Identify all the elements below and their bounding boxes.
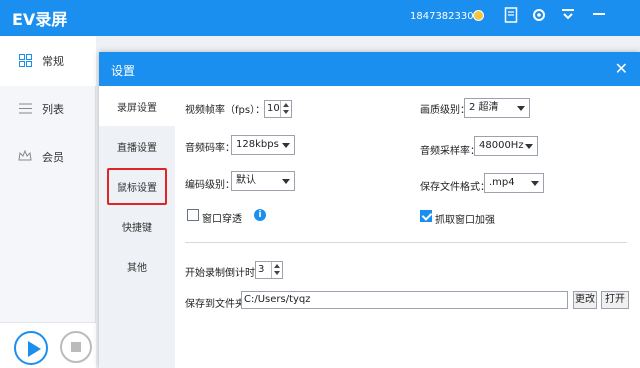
tab-label: 鼠标设置 [107,167,167,205]
minimize-icon[interactable] [590,7,608,25]
sidebar-item-label: 常规 [42,55,64,68]
settings-nav: 录屏设置 直播设置 鼠标设置 快捷键 其他 [99,86,175,368]
sidebar-item-list[interactable]: 列表 [0,84,96,134]
quality-label: 画质级别： [420,105,470,116]
document-icon[interactable] [502,7,520,25]
encode-select[interactable]: 默认 [231,171,295,191]
sidebar-item-label: 会员 [42,151,64,164]
crown-icon [18,149,32,164]
samplerate-select[interactable]: 48000Hz [474,136,538,156]
spinner-arrows-icon[interactable] [271,262,282,278]
tab-other[interactable]: 其他 [99,246,175,286]
record-controls [0,322,96,368]
settings-dialog: 设置 ✕ 录屏设置 直播设置 鼠标设置 快捷键 其他 视频帧率（fps）： 10… [99,52,640,368]
tab-label: 直播设置 [117,142,157,154]
close-icon[interactable]: ✕ [615,59,628,78]
bitrate-value: 128kbps [236,139,279,150]
save-path-input[interactable]: C:/Users/tyqz [241,291,568,309]
sidebar-item-label: 列表 [42,103,64,116]
tab-live-settings[interactable]: 直播设置 [99,126,175,166]
app-title: EV录屏 [12,10,68,29]
format-value: .mp4 [489,177,515,188]
main-sidebar: 常规 列表 会员 [0,36,96,368]
spinner-arrows-icon[interactable] [280,101,291,117]
chevron-down-icon [282,179,290,184]
capture-boost-label: 抓取窗口加强 [435,215,495,226]
sidebar-item-general[interactable]: 常规 [0,36,96,86]
chevron-down-icon [517,106,525,111]
gear-icon[interactable] [530,7,548,25]
tab-record-settings[interactable]: 录屏设置 [99,86,175,126]
start-record-button[interactable] [14,331,48,365]
encode-value: 默认 [236,175,256,186]
chevron-down-icon [531,181,539,186]
samplerate-label: 音频采样率： [420,146,480,157]
quality-value: 2 超清 [469,102,499,113]
grid-icon [18,54,32,68]
divider [185,242,627,243]
info-icon[interactable]: i [254,209,266,221]
bitrate-label: 音频码率： [185,143,235,154]
user-phone[interactable]: 18473823306 [410,11,480,22]
sidebar-item-member[interactable]: 会员 [0,132,96,182]
format-label: 保存文件格式： [420,182,490,193]
encode-label: 编码级别： [185,180,235,191]
quality-select[interactable]: 2 超清 [464,98,530,118]
coin-icon[interactable] [473,10,484,21]
countdown-label: 开始录制倒计时： [185,268,265,279]
countdown-value: 3 [258,264,265,275]
fps-spinner[interactable]: 10 [264,100,292,118]
tab-label: 快捷键 [122,222,152,234]
capture-boost-checkbox[interactable] [420,210,432,222]
change-folder-button[interactable]: 更改 [573,291,597,309]
chevron-down-icon [525,144,533,149]
tab-label: 录屏设置 [117,102,157,114]
app-title-bar: EV录屏 18473823306 [0,0,640,36]
fps-value: 10 [267,103,280,114]
dialog-title-bar: 设置 ✕ [99,52,640,86]
samplerate-value: 48000Hz [479,140,524,151]
dialog-title: 设置 [111,64,136,78]
list-icon [18,102,32,116]
menu-icon[interactable] [559,7,577,25]
countdown-spinner[interactable]: 3 [255,261,283,279]
chevron-down-icon [282,143,290,148]
tab-label: 其他 [127,262,147,274]
tab-hotkeys[interactable]: 快捷键 [99,206,175,246]
format-select[interactable]: .mp4 [484,173,544,193]
window-pass-checkbox[interactable] [187,209,199,221]
tab-mouse-settings[interactable]: 鼠标设置 [99,166,175,206]
settings-body: 视频帧率（fps）： 10 画质级别： 2 超清 音频码率： 128kbps 音… [175,86,640,368]
fps-label: 视频帧率（fps）： [185,105,266,116]
window-pass-label: 窗口穿透 [202,214,242,225]
open-folder-button[interactable]: 打开 [601,291,629,309]
bitrate-select[interactable]: 128kbps [231,135,295,155]
stop-record-button[interactable] [60,331,92,363]
